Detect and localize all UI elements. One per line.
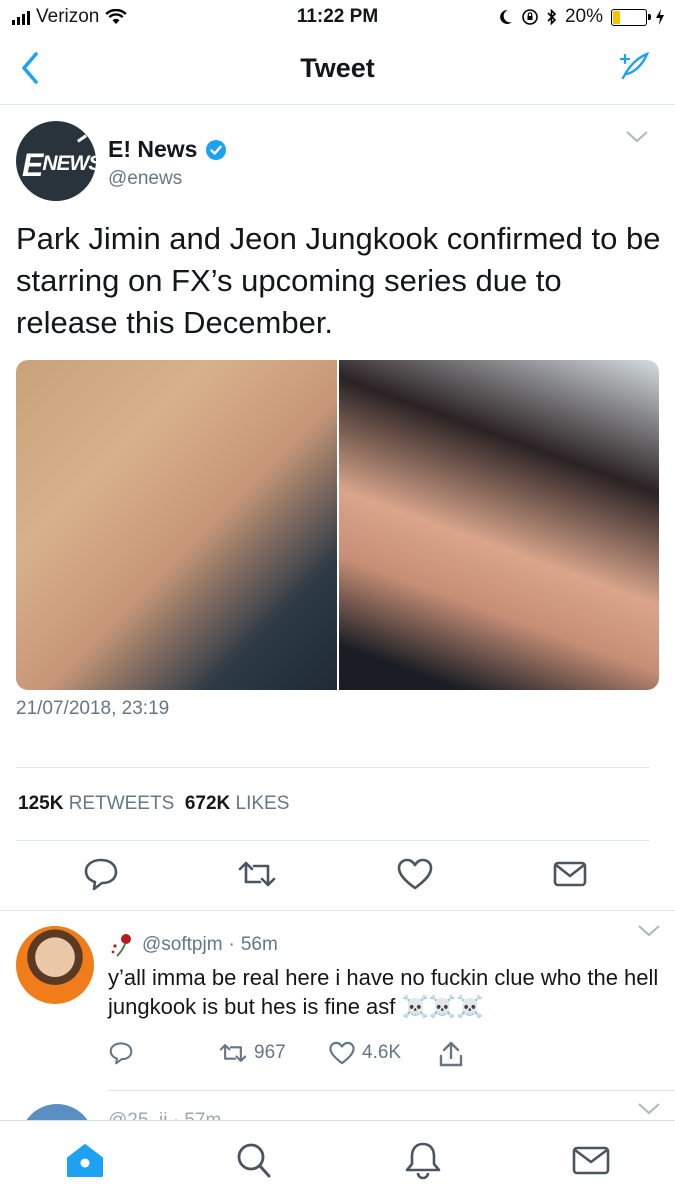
- verified-badge-icon: [206, 139, 227, 160]
- status-icons: 20%: [499, 6, 665, 28]
- divider: [16, 840, 650, 841]
- reply-share-button[interactable]: [438, 1040, 464, 1068]
- battery-percent: 20%: [564, 6, 603, 27]
- reply-like-count: 4.6K: [362, 1042, 402, 1063]
- divider: [16, 767, 650, 768]
- reply-time: 56m: [240, 934, 278, 955]
- tweet-text: Park Jimin and Jeon Jungkook confirmed t…: [16, 221, 661, 340]
- enews-logo: ENEWS: [22, 147, 96, 183]
- reply-icon: [109, 1042, 133, 1065]
- chevron-down-icon[interactable]: [637, 1102, 661, 1116]
- divider: [108, 1090, 675, 1091]
- notifications-bell-icon[interactable]: [402, 1139, 444, 1181]
- tab-bar: [0, 1120, 675, 1201]
- nav-bar: Tweet: [0, 36, 675, 105]
- share-upload-icon: [439, 1041, 463, 1067]
- tweet-stats: 125K RETWEETS 672K LIKES: [18, 793, 289, 815]
- do-not-disturb-icon: [500, 9, 512, 24]
- tweet-timestamp: 21/07/2018, 23:19: [16, 698, 170, 719]
- retweet-icon[interactable]: [236, 856, 278, 892]
- retweet-icon: [219, 1044, 247, 1062]
- share-mail-icon[interactable]: [552, 856, 588, 892]
- reply-header: @softpjm · 56m: [108, 932, 278, 958]
- battery-icon: [611, 8, 651, 26]
- home-icon[interactable]: [64, 1139, 106, 1181]
- like-heart-icon: [329, 1041, 355, 1065]
- author-name[interactable]: E! News: [108, 136, 227, 163]
- like-heart-icon[interactable]: [396, 856, 434, 892]
- charging-icon: [656, 9, 664, 25]
- reply-icon[interactable]: [82, 856, 120, 892]
- rose-icon: [111, 934, 131, 957]
- status-bar: Verizon 11:22 PM 20%: [0, 0, 675, 36]
- author-avatar[interactable]: ENEWS: [16, 121, 96, 201]
- divider: [0, 910, 675, 911]
- page-title: Tweet: [300, 53, 375, 83]
- reply-retweet-count: 967: [254, 1042, 286, 1063]
- author-handle[interactable]: @enews: [108, 168, 182, 190]
- reply-retweet-button[interactable]: 967: [218, 1040, 286, 1066]
- retweets-stat[interactable]: 125K RETWEETS: [18, 793, 174, 814]
- photo-left[interactable]: [16, 360, 337, 690]
- tweet-media[interactable]: [16, 360, 659, 690]
- search-icon[interactable]: [232, 1139, 274, 1181]
- photo-right[interactable]: [337, 360, 659, 690]
- reply-handle[interactable]: @softpjm: [142, 934, 223, 956]
- chevron-down-icon[interactable]: [637, 924, 661, 938]
- reply-reply-button[interactable]: [108, 1040, 134, 1066]
- compose-feather-icon[interactable]: [619, 50, 649, 82]
- messages-mail-icon[interactable]: [570, 1139, 612, 1181]
- orientation-lock-icon: [522, 9, 538, 25]
- reply-like-button[interactable]: 4.6K: [328, 1040, 401, 1066]
- chevron-down-icon[interactable]: [625, 130, 649, 144]
- likes-stat[interactable]: 672K LIKES: [185, 793, 290, 814]
- reply-text: y’all imma be real here i have no fuckin…: [108, 965, 659, 1019]
- bluetooth-icon: [547, 8, 557, 26]
- reply-avatar[interactable]: [16, 926, 94, 1004]
